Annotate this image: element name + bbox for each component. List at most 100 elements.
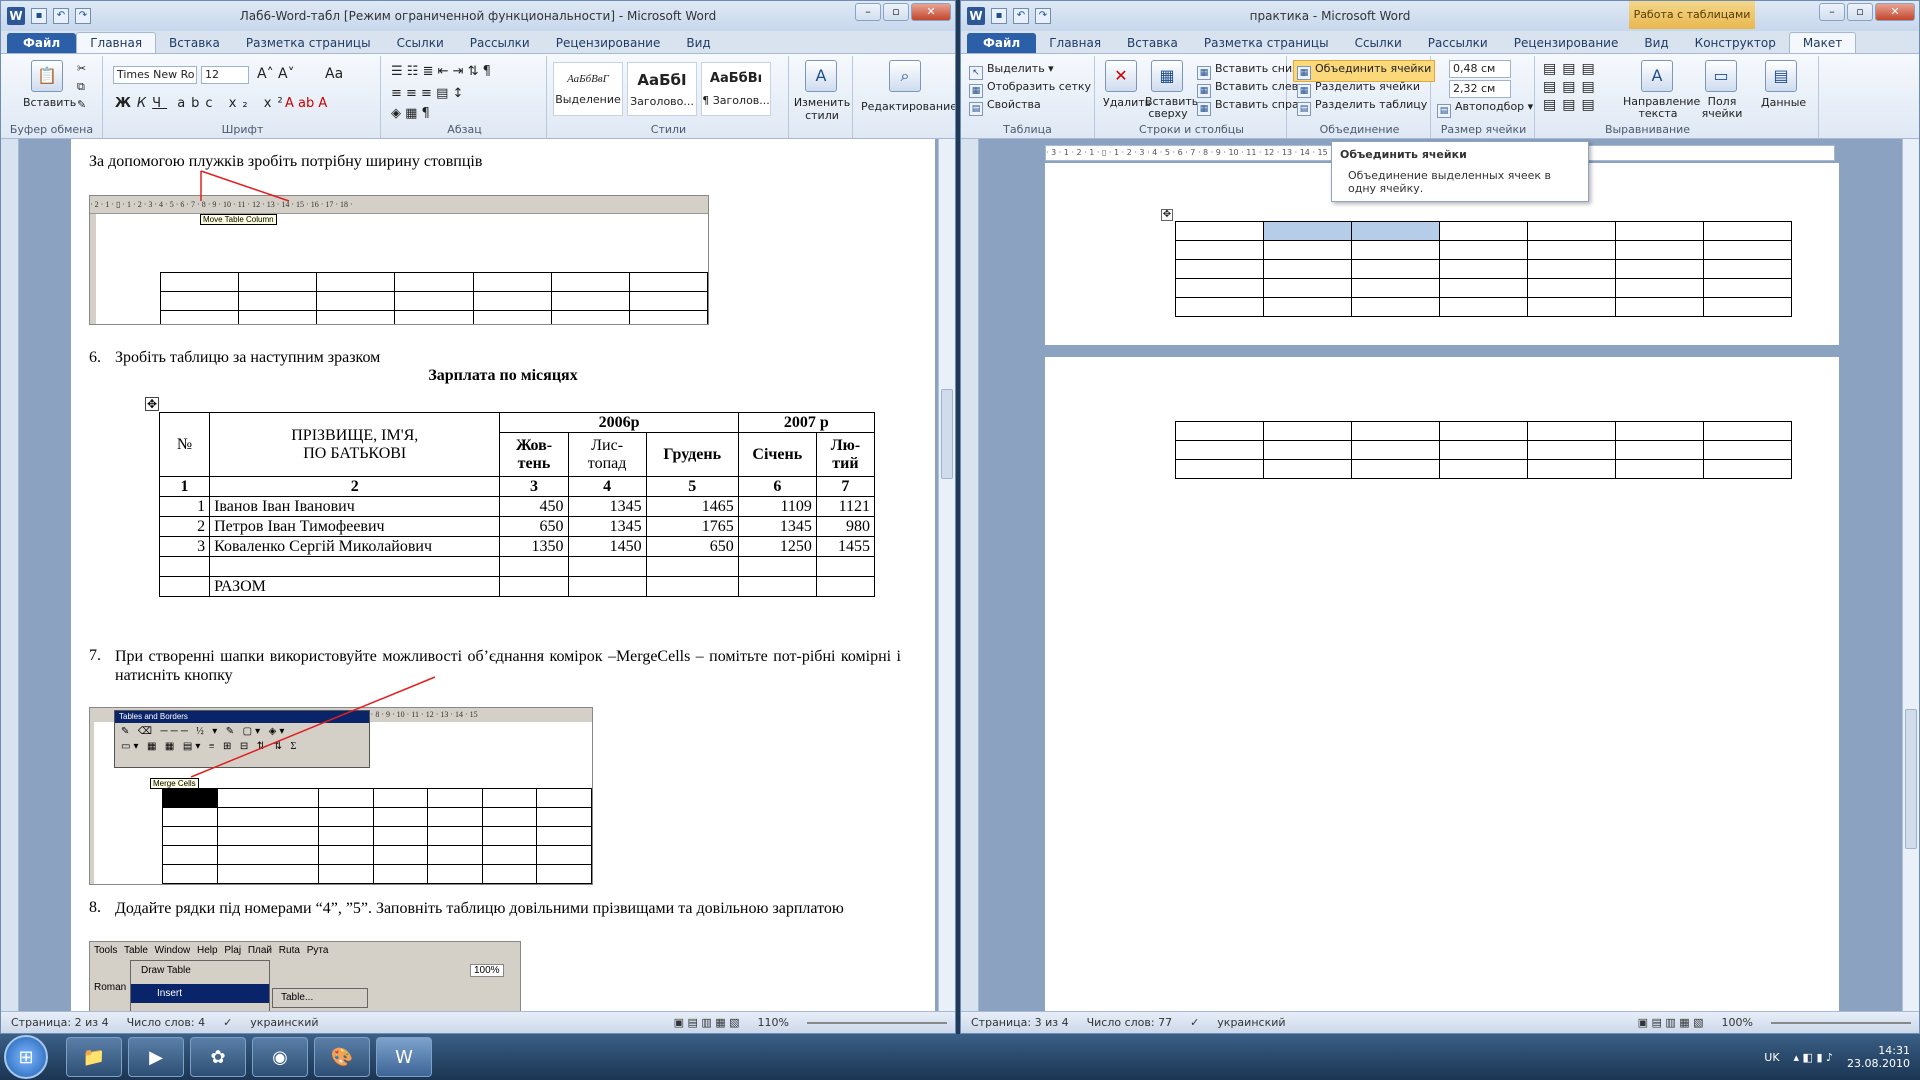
cell-height-input[interactable]: 0,48 см — [1449, 60, 1511, 78]
document-page[interactable]: За допомогою плужків зробіть потрібну ши… — [71, 139, 935, 1013]
tab-page-layout[interactable]: Разметка страницы — [233, 33, 384, 53]
change-styles[interactable]: A Изменить стили — [791, 56, 853, 138]
paste-button[interactable]: Вставить — [23, 96, 76, 109]
align-icons[interactable]: ≡ ≡ ≡ ▤ ↕ — [391, 86, 463, 101]
language[interactable]: украинский — [250, 1016, 318, 1029]
copy-icon[interactable]: ⧉ — [77, 80, 85, 94]
tray-icons[interactable]: ▴ ◧ ▮ ♪ — [1794, 1051, 1833, 1064]
vertical-scrollbar[interactable] — [938, 139, 955, 1011]
practice-table-1[interactable] — [1175, 221, 1792, 317]
spellcheck-icon[interactable]: ✓ — [223, 1016, 232, 1029]
format-buttons[interactable]: ЖКЧ abc x₂ x² — [115, 96, 289, 111]
autofit-button[interactable]: ▤ Автоподбор ▾ — [1437, 100, 1533, 118]
format-painter-icon[interactable]: ✎ — [77, 98, 86, 111]
list-icons[interactable]: ☰ ☷ ≣ ⇤ ⇥ ⇅ ¶ — [391, 64, 491, 79]
insert-above-button[interactable]: Вставить сверху — [1145, 96, 1198, 120]
undo-icon[interactable]: ↶ — [53, 8, 69, 24]
tab-file[interactable]: Файл — [7, 33, 77, 53]
grow-font-icon[interactable]: A˄ A˅ — [257, 66, 295, 82]
properties-button[interactable]: ▤ Свойства — [969, 98, 1041, 116]
split-cells-button[interactable]: ▦ Разделить ячейки — [1297, 80, 1420, 98]
editing-group[interactable]: ⌕ Редактирование — [855, 56, 955, 138]
start-button[interactable]: ⊞ — [4, 1035, 48, 1079]
view-buttons[interactable]: ▣ ▤ ▥ ▦ ▧ — [674, 1016, 740, 1029]
view-gridlines-button[interactable]: ▦ Отобразить сетку — [969, 80, 1091, 98]
tab-review[interactable]: Рецензирование — [543, 33, 674, 53]
style-emphasis[interactable]: АаБбВвГ Выделение — [553, 62, 623, 116]
tab-mailings[interactable]: Рассылки — [1415, 33, 1501, 53]
word-count[interactable]: Число слов: 4 — [127, 1016, 206, 1029]
clock[interactable]: 14:31 23.08.2010 — [1847, 1044, 1910, 1070]
explorer-icon[interactable]: 📁 — [66, 1037, 122, 1077]
style-heading1[interactable]: АаБбI Заголово... — [627, 62, 697, 116]
text-direction-button[interactable]: Направление текста — [1623, 96, 1700, 120]
tab-home[interactable]: Главная — [1036, 33, 1114, 53]
paint-icon[interactable]: 🎨 — [314, 1037, 370, 1077]
data-button[interactable]: Данные — [1761, 96, 1806, 109]
cell-margins-icon[interactable]: ▭ — [1705, 60, 1737, 92]
tab-insert[interactable]: Вставка — [156, 33, 233, 53]
scroll-thumb[interactable] — [941, 389, 953, 479]
language-indicator[interactable]: UK — [1764, 1051, 1779, 1064]
save-icon[interactable]: ▪ — [31, 8, 47, 24]
paste-icon[interactable]: 📋 — [31, 60, 63, 92]
vertical-scrollbar[interactable] — [1902, 139, 1919, 1011]
font-size-input[interactable]: 12 — [201, 66, 249, 84]
select-button[interactable]: ↖ Выделить ▾ — [969, 62, 1054, 80]
close-button[interactable]: ✕ — [1875, 3, 1915, 21]
word-taskbar-icon[interactable]: W — [376, 1037, 432, 1077]
zoom-level[interactable]: 100% — [1722, 1016, 1753, 1029]
change-case-icon[interactable]: Aa — [325, 66, 343, 82]
tab-view[interactable]: Вид — [673, 33, 723, 53]
zoom-level[interactable]: 110% — [758, 1016, 789, 1029]
tab-design[interactable]: Конструктор — [1682, 33, 1789, 53]
cut-icon[interactable]: ✂ — [77, 62, 86, 75]
redo-icon[interactable]: ↷ — [1035, 8, 1051, 24]
cell-margins-button[interactable]: Поля ячейки — [1697, 96, 1747, 120]
table-move-handle-icon[interactable]: ✥ — [1161, 209, 1173, 221]
style-heading2[interactable]: АаБбВı ¶ Заголов... — [701, 62, 771, 116]
close-button[interactable]: ✕ — [911, 3, 951, 21]
text-direction-icon[interactable]: A — [1641, 60, 1673, 92]
zoom-slider[interactable] — [807, 1021, 947, 1024]
document-page-2[interactable] — [1045, 357, 1839, 1013]
scroll-thumb[interactable] — [1905, 709, 1917, 849]
language[interactable]: украинский — [1217, 1016, 1285, 1029]
tab-insert[interactable]: Вставка — [1114, 33, 1191, 53]
word-logo-icon[interactable]: W — [7, 7, 25, 25]
media-player-icon[interactable]: ▶ — [128, 1037, 184, 1077]
table-move-handle-icon[interactable]: ✥ — [145, 397, 159, 411]
merge-cells-button[interactable]: ▦ Объединить ячейки — [1293, 60, 1436, 82]
data-icon[interactable]: ▤ — [1765, 60, 1797, 92]
delete-table-icon[interactable]: ✕ — [1105, 60, 1137, 92]
minimize-button[interactable]: – — [855, 3, 881, 21]
tab-mailings[interactable]: Рассылки — [457, 33, 543, 53]
tab-home[interactable]: Главная — [76, 32, 157, 53]
minimize-button[interactable]: – — [1819, 3, 1845, 21]
zoom-slider[interactable] — [1771, 1021, 1911, 1024]
shading-icons[interactable]: ◈ ▦ ¶ — [391, 106, 430, 121]
firefox-icon[interactable]: ◉ — [252, 1037, 308, 1077]
insert-above-icon[interactable]: ▦ — [1151, 60, 1183, 92]
maximize-button[interactable]: ▫ — [1847, 3, 1873, 21]
delete-button[interactable]: Удалить — [1103, 96, 1151, 109]
salary-table[interactable]: № ПРІЗВИЩЕ, ІМ'Я, ПО БАТЬКОВІ 2006р 2007 … — [158, 412, 876, 597]
font-name-input[interactable]: Times New Ro — [113, 66, 197, 84]
tab-file[interactable]: Файл — [967, 33, 1037, 53]
cell-width-input[interactable]: 2,32 см — [1449, 80, 1511, 98]
font-color-icon[interactable]: A ab A — [285, 96, 327, 111]
align-grid-icons[interactable]: ▤▤▤ ▤▤▤ ▤▤▤ — [1543, 60, 1601, 114]
maximize-button[interactable]: ▫ — [883, 3, 909, 21]
page-count[interactable]: Страница: 2 из 4 — [11, 1016, 109, 1029]
tab-layout[interactable]: Макет — [1788, 32, 1857, 53]
save-icon[interactable]: ▪ — [991, 8, 1007, 24]
practice-table-2[interactable] — [1175, 421, 1792, 479]
view-buttons[interactable]: ▣ ▤ ▥ ▦ ▧ — [1638, 1016, 1704, 1029]
tab-view[interactable]: Вид — [1631, 33, 1681, 53]
tab-references[interactable]: Ссылки — [1342, 33, 1415, 53]
page-count[interactable]: Страница: 3 из 4 — [971, 1016, 1069, 1029]
tab-review[interactable]: Рецензирование — [1501, 33, 1632, 53]
spellcheck-icon[interactable]: ✓ — [1190, 1016, 1199, 1029]
icq-icon[interactable]: ✿ — [190, 1037, 246, 1077]
tab-page-layout[interactable]: Разметка страницы — [1191, 33, 1342, 53]
